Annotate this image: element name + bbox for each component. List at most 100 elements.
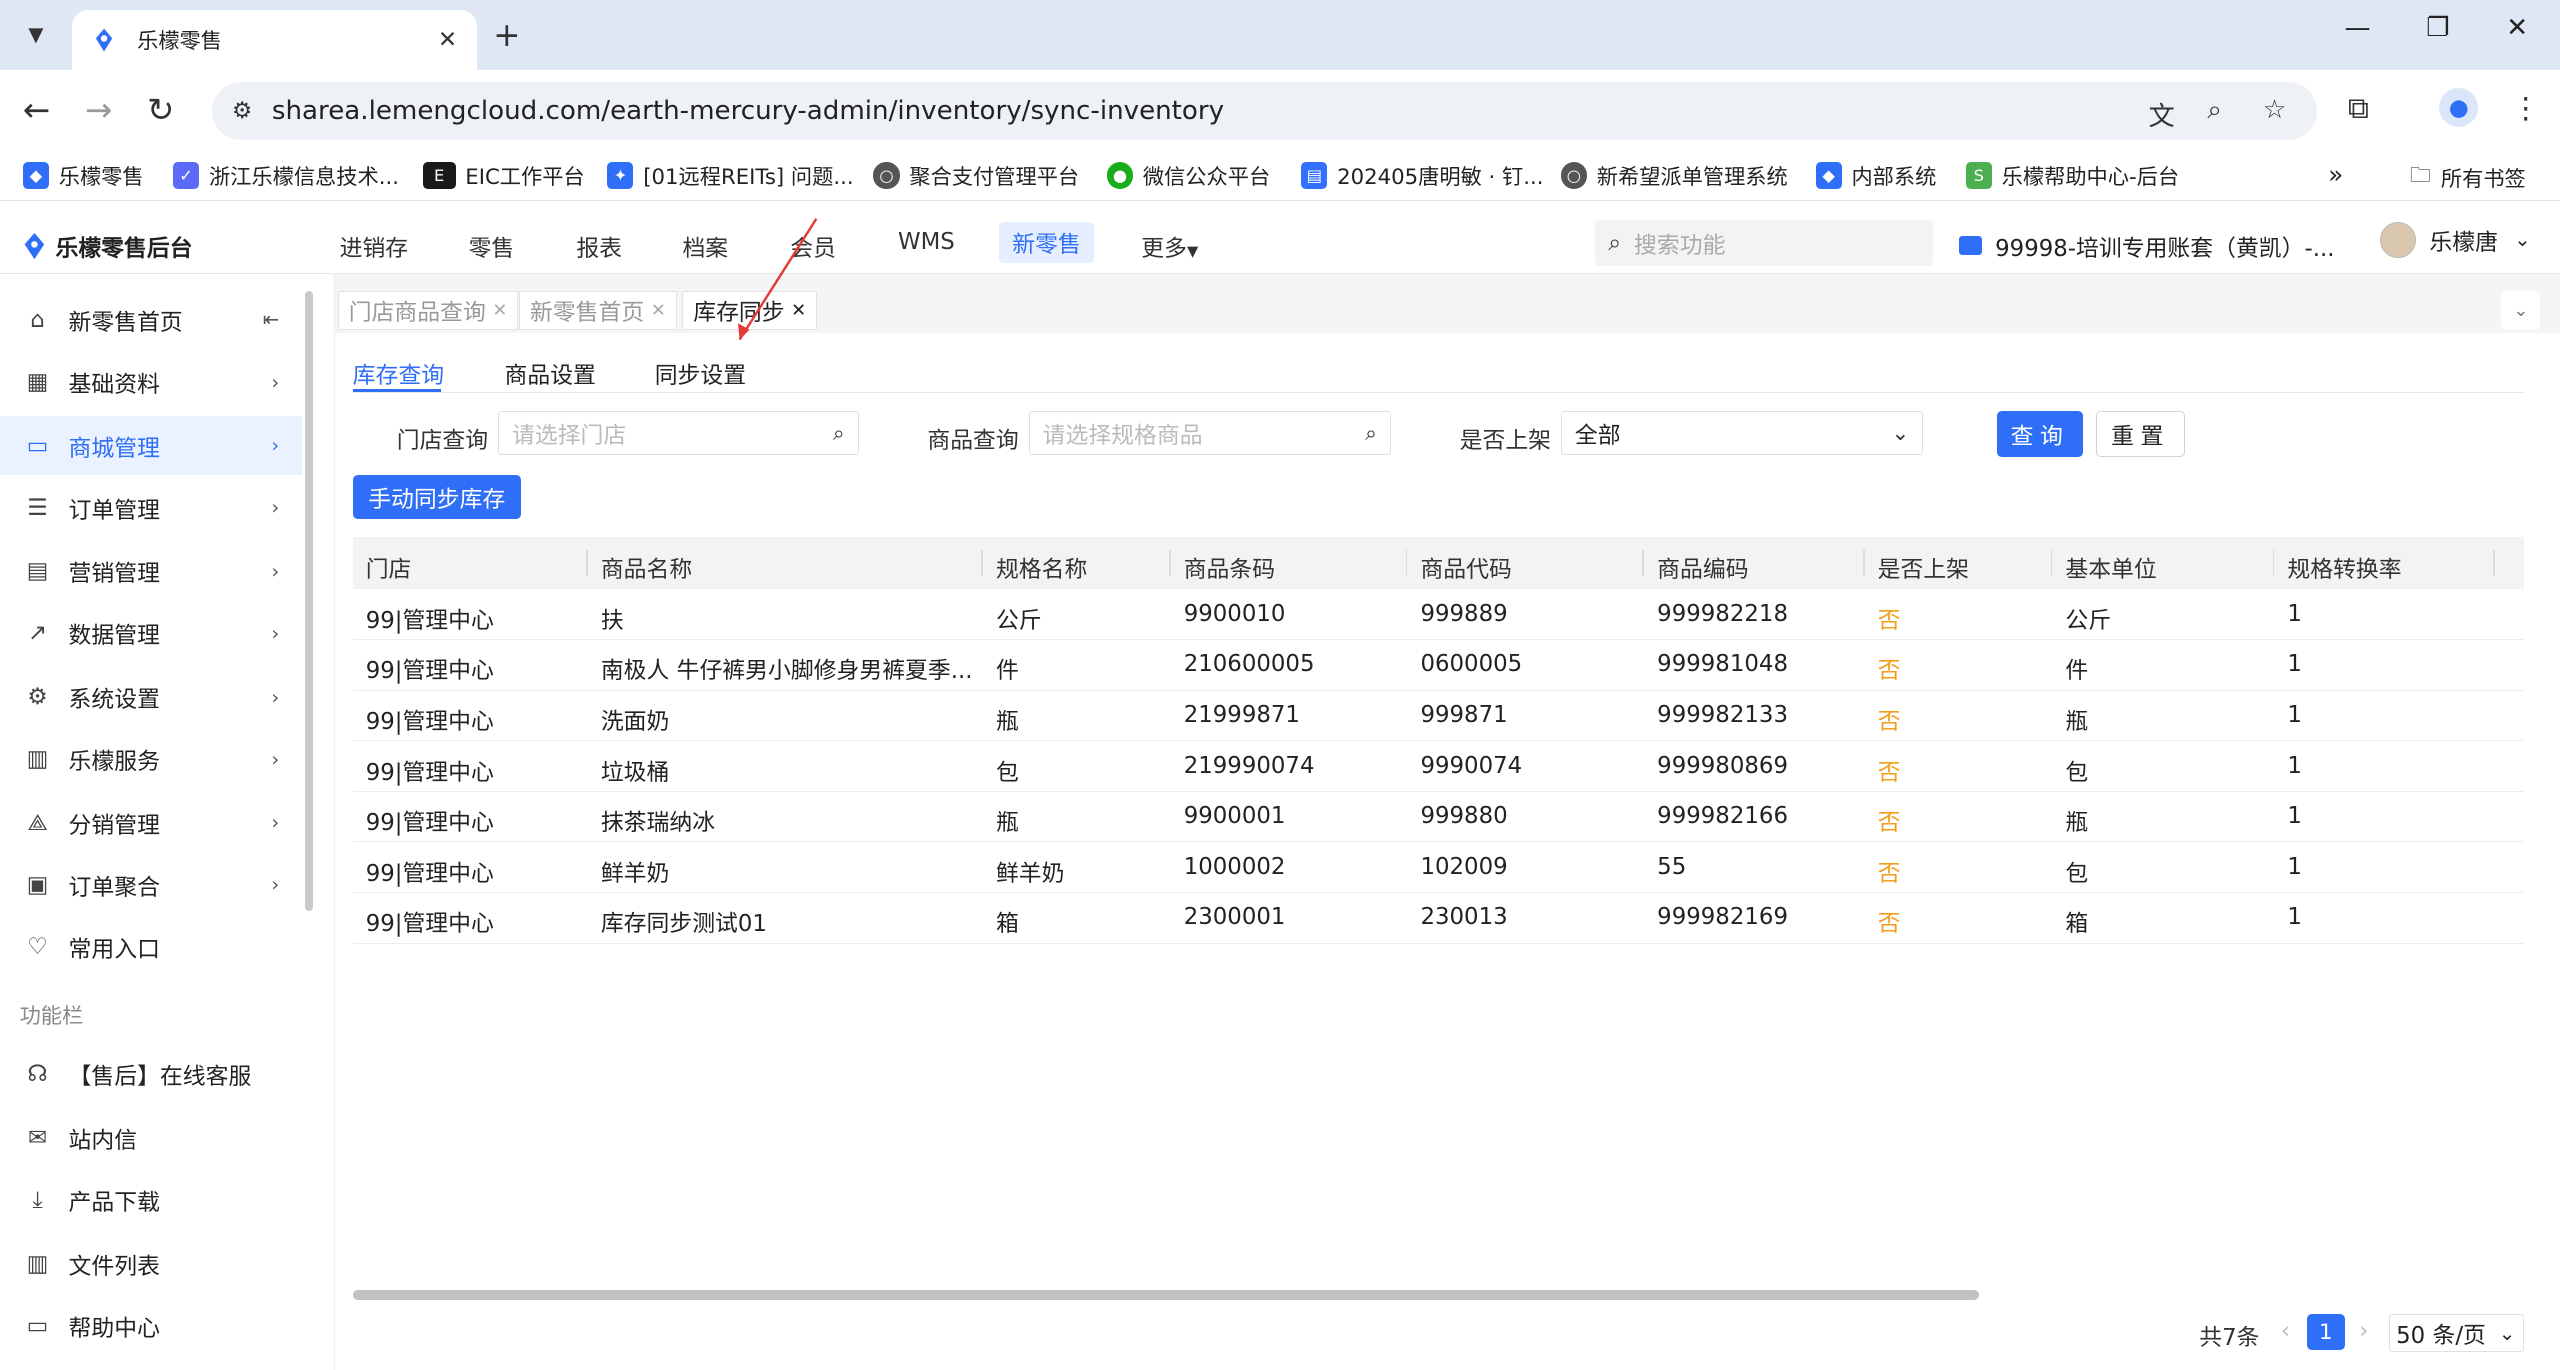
minimize-icon[interactable]: — (2345, 13, 2371, 43)
table-cell: 99|管理中心 (365, 709, 494, 736)
tabs-dropdown-icon[interactable]: ⌄ (2501, 290, 2541, 330)
prev-page-icon[interactable]: ‹ (2281, 1318, 2290, 1344)
zoom-icon[interactable]: ⌕ (2207, 95, 2222, 126)
bookmark-item[interactable]: ✦ [01远程REITs] 问题... (607, 160, 854, 191)
profile-icon[interactable]: ● (2439, 88, 2479, 128)
sidebar-item-new-retail-home[interactable]: ⌂ 新零售首页 ⇤ (0, 291, 302, 350)
sidebar-item-order-management[interactable]: ☰ 订单管理 › (0, 478, 302, 537)
tab-inventory-query[interactable]: 库存查询 (353, 356, 444, 390)
page-tab-new-retail-home[interactable]: 新零售首页 ✕ (519, 290, 677, 330)
bookmark-item[interactable]: E EIC工作平台 (422, 160, 585, 191)
app-logo[interactable]: 乐檬零售后台 (23, 229, 193, 263)
sidebar-item-mall-management[interactable]: ▭ 商城管理 › (0, 416, 303, 476)
address-bar[interactable]: ⚙ sharea.lemengcloud.com/earth-mercury-a… (212, 81, 2317, 141)
bookmark-item[interactable]: ◆ 乐檬零售 (22, 160, 144, 191)
sidebar-scrollbar[interactable] (305, 290, 314, 912)
site-info-icon[interactable]: ⚙ (232, 98, 252, 124)
url-text[interactable]: sharea.lemengcloud.com/earth-mercury-adm… (272, 96, 1224, 126)
store-select-input[interactable]: 请选择门店 ⌕ (497, 411, 859, 456)
sidebar-item-distribution[interactable]: ⟁ 分销管理 › (0, 793, 302, 852)
product-select-input[interactable]: 请选择规格商品 ⌕ (1028, 411, 1392, 456)
forward-icon[interactable]: → (85, 91, 112, 129)
tab-search-dropdown-icon[interactable]: ▼ (13, 11, 59, 57)
bookmark-star-icon[interactable]: ☆ (2263, 95, 2286, 125)
close-icon[interactable]: ✕ (492, 300, 507, 321)
sidebar-item-lemeng-service[interactable]: ▥ 乐檬服务 › (0, 730, 302, 789)
table-cell: 99|管理中心 (365, 658, 494, 685)
bookmark-item[interactable]: ✓ 浙江乐檬信息技术... (173, 160, 399, 191)
table-row[interactable]: 99|管理中心 垃圾桶 包 219990074 9990074 999980869 否 包 1 (352, 741, 2525, 792)
column-header: 商品条码 (1183, 557, 1276, 584)
sidebar-item-help[interactable]: ▭ 帮助中心 (0, 1296, 302, 1355)
sidebar-item-favorites[interactable]: ♡ 常用入口 (0, 918, 302, 977)
sidebar-item-messages[interactable]: ✉ 站内信 (0, 1109, 302, 1168)
bookmark-item[interactable]: S 乐檬帮助中心-后台 (1965, 160, 2179, 191)
page-tab-inventory-sync[interactable]: 库存同步 ✕ (682, 290, 817, 330)
close-icon[interactable]: ✕ (791, 300, 806, 321)
search-icon: ⌕ (1608, 230, 1621, 257)
sidebar: ⌂ 新零售首页 ⇤ ▦ 基础资料 › ▭ 商城管理 › ☰ 订单管理 › ▤ 营销管理 › ↗ 数据管… (0, 274, 335, 1370)
function-search-input[interactable]: ⌕ 搜索功能 (1595, 220, 1934, 267)
all-bookmarks[interactable]: 🗀 所有书签 (2410, 160, 2526, 196)
user-menu[interactable]: 乐檬唐 ⌄ (2380, 222, 2531, 258)
window-close-icon[interactable]: ✕ (2506, 13, 2528, 43)
listed-select[interactable]: 全部 ⌄ (1560, 411, 1924, 456)
subtab-divider (352, 391, 2525, 394)
sidebar-item-downloads[interactable]: ⤓ 产品下载 (0, 1171, 302, 1230)
manual-sync-inventory-button[interactable]: 手动同步库存 (352, 475, 521, 520)
reload-icon[interactable]: ↻ (147, 91, 174, 129)
collapse-sidebar-icon[interactable]: ⇤ (263, 308, 279, 331)
page-size-select[interactable]: 50 条/页 ⌄ (2388, 1314, 2525, 1352)
nav-new-retail[interactable]: 新零售 (999, 222, 1094, 263)
horizontal-scrollbar[interactable] (352, 1289, 1979, 1300)
extensions-icon[interactable]: ⧉ (2348, 91, 2369, 126)
restore-icon[interactable]: ❐ (2426, 13, 2449, 43)
table-row[interactable]: 99|管理中心 鲜羊奶 鲜羊奶 1000002 102009 55 否 包 1 (352, 842, 2525, 894)
file-list-icon: ▥ (26, 1250, 49, 1277)
sidebar-item-file-list[interactable]: ▥ 文件列表 (0, 1234, 302, 1293)
close-tab-icon[interactable]: ✕ (438, 27, 457, 53)
table-cell: 99|管理中心 (365, 607, 494, 634)
page-number[interactable]: 1 (2307, 1314, 2345, 1351)
table-row[interactable]: 99|管理中心 扶 公斤 9900010 999889 999982218 否 公斤 1 (352, 589, 2525, 640)
bookmark-item[interactable]: ● 微信公众平台 (1106, 160, 1270, 191)
sidebar-item-order-aggregation[interactable]: ▣ 订单聚合 › (0, 856, 302, 915)
sidebar-item-online-support[interactable]: ☊ 【售后】在线客服 (0, 1045, 302, 1104)
translate-icon[interactable]: 文 (2149, 95, 2175, 133)
table-row[interactable]: 99|管理中心 洗面奶 瓶 21999871 999871 999982133 否 瓶 1 (352, 691, 2525, 742)
sidebar-item-data-management[interactable]: ↗ 数据管理 › (0, 604, 302, 663)
sidebar-item-marketing[interactable]: ▤ 营销管理 › (0, 542, 302, 601)
nav-inventory[interactable]: 进销存 (340, 229, 409, 263)
browser-tab[interactable]: 乐檬零售 ✕ (71, 9, 477, 71)
sidebar-item-basic-data[interactable]: ▦ 基础资料 › (0, 353, 302, 412)
nav-report[interactable]: 报表 (576, 229, 622, 263)
close-icon[interactable]: ✕ (651, 300, 666, 321)
menu-icon[interactable]: ⋮ (2511, 91, 2540, 125)
tab-sync-settings[interactable]: 同步设置 (655, 356, 746, 390)
table-row[interactable]: 99|管理中心 抹茶瑞纳冰 瓶 9900001 999880 999982166 否 瓶 1 (352, 792, 2525, 843)
sidebar-item-system-settings[interactable]: ⚙ 系统设置 › (0, 668, 302, 727)
new-tab-icon[interactable]: + (493, 16, 520, 54)
nav-more[interactable]: 更多▼ (1141, 229, 1198, 263)
chevron-right-icon: › (271, 370, 280, 394)
account-selector[interactable]: 99998-培训专用账套（黄凯）-... (1959, 229, 2335, 263)
bookmark-item[interactable]: ▤ 202405唐明敏 · 钉... (1301, 160, 1544, 191)
next-page-icon[interactable]: › (2359, 1318, 2368, 1344)
nav-retail[interactable]: 零售 (469, 229, 515, 263)
table-row[interactable]: 99|管理中心 库存同步测试01 箱 2300001 230013 999982169 否 箱… (352, 893, 2525, 944)
table-cell: 件 (2065, 658, 2089, 685)
query-button[interactable]: 查询 (1996, 411, 2084, 458)
back-icon[interactable]: ← (23, 91, 50, 129)
nav-member[interactable]: 会员 (790, 229, 836, 263)
bookmark-item[interactable]: ◆ 内部系统 (1815, 160, 1936, 191)
page-tab-store-product-query[interactable]: 门店商品查询 ✕ (337, 290, 519, 330)
more-bookmarks-icon[interactable]: » (2328, 160, 2343, 189)
bookmark-item[interactable]: ○ 聚合支付管理平台 (873, 160, 1079, 191)
reset-button[interactable]: 重置 (2096, 411, 2185, 458)
tab-product-settings[interactable]: 商品设置 (505, 356, 596, 390)
table-cell: 否 (1877, 860, 1901, 887)
bookmark-item[interactable]: ○ 新希望派单管理系统 (1560, 160, 1788, 191)
table-row[interactable]: 99|管理中心 南极人 牛仔裤男小脚修身男裤夏季... 件 210600005 0600… (352, 640, 2525, 691)
nav-archive[interactable]: 档案 (682, 229, 728, 263)
nav-wms[interactable]: WMS (898, 229, 955, 255)
